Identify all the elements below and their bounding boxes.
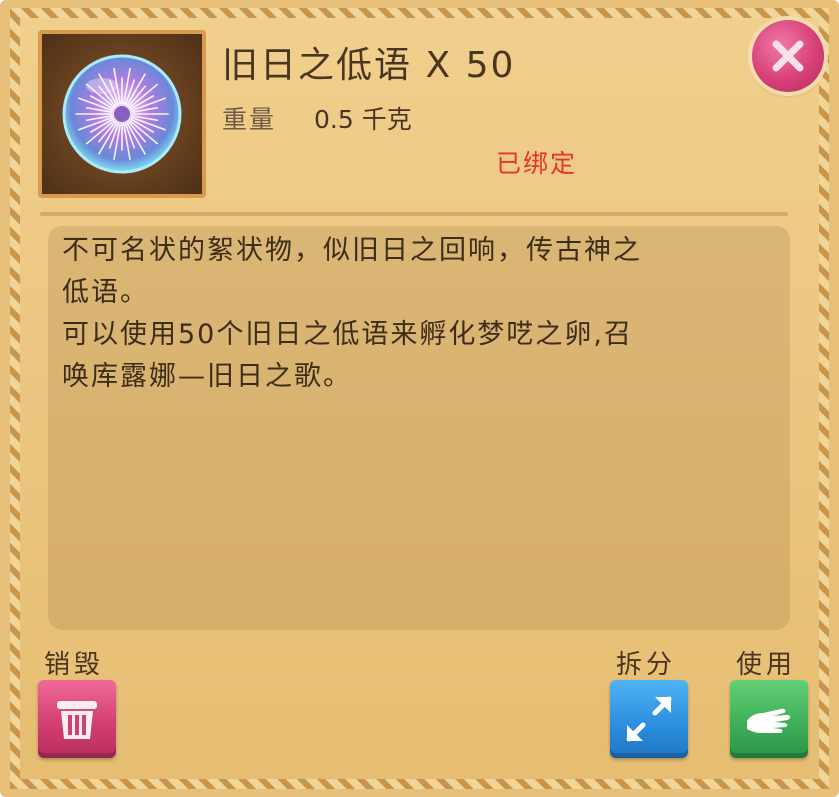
- item-detail-panel: 旧日之低语 X 50 重量 0.5 千克 已绑定 不可名状的絮状物，似旧日之回响…: [0, 0, 839, 797]
- bound-status: 已绑定: [496, 149, 578, 178]
- description-line: 不可名状的絮状物，似旧日之回响，传古神之: [62, 235, 642, 266]
- trash-icon: [57, 701, 97, 739]
- close-button[interactable]: [752, 20, 824, 92]
- destroy-button[interactable]: [38, 680, 116, 758]
- split-label: 拆分: [616, 650, 677, 680]
- item-name: 旧日之低语: [222, 45, 413, 86]
- destroy-label: 销毁: [44, 650, 105, 680]
- use-label: 使用: [736, 650, 797, 680]
- description-line: 唤库露娜—旧日之歌。: [62, 361, 352, 392]
- split-button[interactable]: [610, 680, 688, 758]
- description-line: 低语。: [62, 277, 149, 308]
- item-icon-slot: [38, 30, 206, 198]
- weight-label: 重量: [222, 105, 277, 134]
- description-box: 不可名状的絮状物，似旧日之回响，传古神之 低语。 可以使用50个旧日之低语来孵化…: [48, 226, 790, 630]
- hand-icon: [747, 708, 790, 733]
- divider: [40, 212, 788, 216]
- description-line: 可以使用50个旧日之低语来孵化梦呓之卵,召: [62, 319, 633, 350]
- weight-value: 0.5 千克: [314, 105, 412, 134]
- close-icon: [772, 40, 804, 72]
- item-title: 旧日之低语 X 50: [222, 36, 515, 88]
- split-arrows-icon: [626, 696, 672, 742]
- item-quantity: X 50: [425, 45, 516, 86]
- use-button[interactable]: [730, 680, 808, 758]
- spiky-orb-icon: [62, 54, 182, 174]
